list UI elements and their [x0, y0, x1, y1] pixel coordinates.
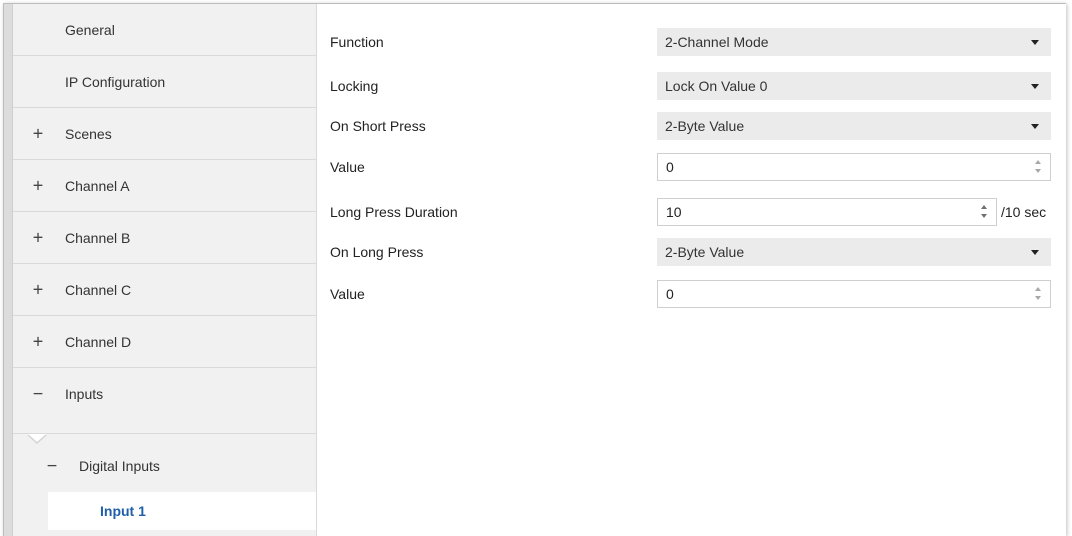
row-on-long-press: On Long Press 2-Byte Value	[317, 238, 1065, 266]
collapse-minus-icon[interactable]: −	[45, 456, 59, 477]
function-dropdown[interactable]: 2-Channel Mode	[657, 28, 1051, 56]
spinner-up-icon[interactable]	[981, 205, 987, 209]
expand-plus-icon[interactable]: +	[31, 331, 45, 352]
spinner-up-icon[interactable]	[1035, 287, 1041, 291]
sidebar-item-ip-configuration[interactable]: IP Configuration	[13, 56, 316, 108]
sidebar-item-channel-c[interactable]: + Channel C	[13, 264, 316, 316]
sidebar-item-label: Channel B	[65, 229, 131, 246]
sidebar-item-inputs[interactable]: − Inputs	[13, 368, 316, 434]
spinner-arrows-icon[interactable]	[1035, 158, 1043, 176]
sidebar-item-input-1[interactable]: Input 1	[48, 492, 316, 530]
parameter-panel: Function 2-Channel Mode Locking Lock On …	[317, 4, 1066, 536]
on-long-press-value: 2-Byte Value	[665, 244, 745, 260]
value-long-label: Value	[330, 286, 365, 302]
value-long-value: 0	[666, 286, 674, 302]
spinner-down-icon[interactable]	[1035, 169, 1041, 173]
row-function: Function 2-Channel Mode	[317, 28, 1065, 56]
sidebar-item-label: Channel D	[65, 333, 132, 350]
on-short-press-value: 2-Byte Value	[665, 118, 745, 134]
on-long-press-label: On Long Press	[330, 244, 424, 260]
expand-plus-icon[interactable]: +	[31, 227, 45, 248]
sidebar-item-channel-d[interactable]: + Channel D	[13, 316, 316, 368]
spinner-up-icon[interactable]	[1035, 160, 1041, 164]
sidebar-item-label: Channel C	[65, 281, 132, 298]
expand-plus-icon[interactable]: +	[31, 123, 45, 144]
spinner-arrows-icon[interactable]	[981, 203, 989, 221]
sidebar-item-label: Inputs	[65, 386, 104, 402]
on-short-press-dropdown[interactable]: 2-Byte Value	[657, 112, 1051, 140]
value-short-value: 0	[666, 159, 674, 175]
sidebar-item-label: General	[65, 21, 115, 38]
collapse-minus-icon[interactable]: −	[31, 384, 45, 405]
sidebar-item-channel-b[interactable]: + Channel B	[13, 212, 316, 264]
sidebar-nav: General IP Configuration + Scenes + Chan…	[4, 4, 317, 536]
long-press-duration-spinbox[interactable]: 10	[657, 198, 997, 226]
value-short-spinbox[interactable]: 0	[657, 153, 1051, 181]
expand-plus-icon[interactable]: +	[31, 279, 45, 300]
value-short-label: Value	[330, 159, 365, 175]
locking-dropdown[interactable]: Lock On Value 0	[657, 72, 1051, 100]
sidebar-item-channel-a[interactable]: + Channel A	[13, 160, 316, 212]
sidebar-item-label: Digital Inputs	[79, 458, 160, 474]
chevron-down-icon	[1031, 40, 1039, 45]
long-press-duration-label: Long Press Duration	[330, 204, 458, 220]
row-long-press-duration: Long Press Duration 10 /10 sec	[317, 198, 1065, 226]
sidebar-item-label-active: Input 1	[100, 503, 146, 519]
on-long-press-dropdown[interactable]: 2-Byte Value	[657, 238, 1051, 266]
sidebar-edge-strip	[4, 4, 13, 536]
sidebar-item-label: IP Configuration	[65, 73, 166, 90]
locking-value: Lock On Value 0	[665, 78, 768, 94]
long-press-duration-unit: /10 sec	[1001, 204, 1047, 220]
sidebar-item-label: Scenes	[65, 125, 112, 142]
spinner-down-icon[interactable]	[981, 214, 987, 218]
chevron-down-icon	[1031, 84, 1039, 89]
function-label: Function	[330, 34, 384, 50]
function-value: 2-Channel Mode	[665, 34, 769, 50]
sidebar-item-digital-inputs[interactable]: − Digital Inputs	[13, 440, 316, 492]
row-value-short: Value 0	[317, 153, 1065, 181]
locking-label: Locking	[330, 78, 379, 94]
value-long-spinbox[interactable]: 0	[657, 280, 1051, 308]
spinner-arrows-icon[interactable]	[1035, 285, 1043, 303]
row-on-short-press: On Short Press 2-Byte Value	[317, 112, 1065, 140]
row-value-long: Value 0	[317, 280, 1065, 308]
chevron-down-icon	[1031, 124, 1039, 129]
sidebar-item-general[interactable]: General	[13, 4, 316, 56]
sidebar-item-label: Channel A	[65, 177, 130, 194]
chevron-down-icon	[1031, 250, 1039, 255]
window: General IP Configuration + Scenes + Chan…	[3, 3, 1066, 536]
spinner-down-icon[interactable]	[1035, 296, 1041, 300]
row-locking: Locking Lock On Value 0	[317, 72, 1065, 100]
long-press-duration-value: 10	[666, 204, 682, 220]
on-short-press-label: On Short Press	[330, 118, 426, 134]
sidebar-item-scenes[interactable]: + Scenes	[13, 108, 316, 160]
expand-plus-icon[interactable]: +	[31, 175, 45, 196]
